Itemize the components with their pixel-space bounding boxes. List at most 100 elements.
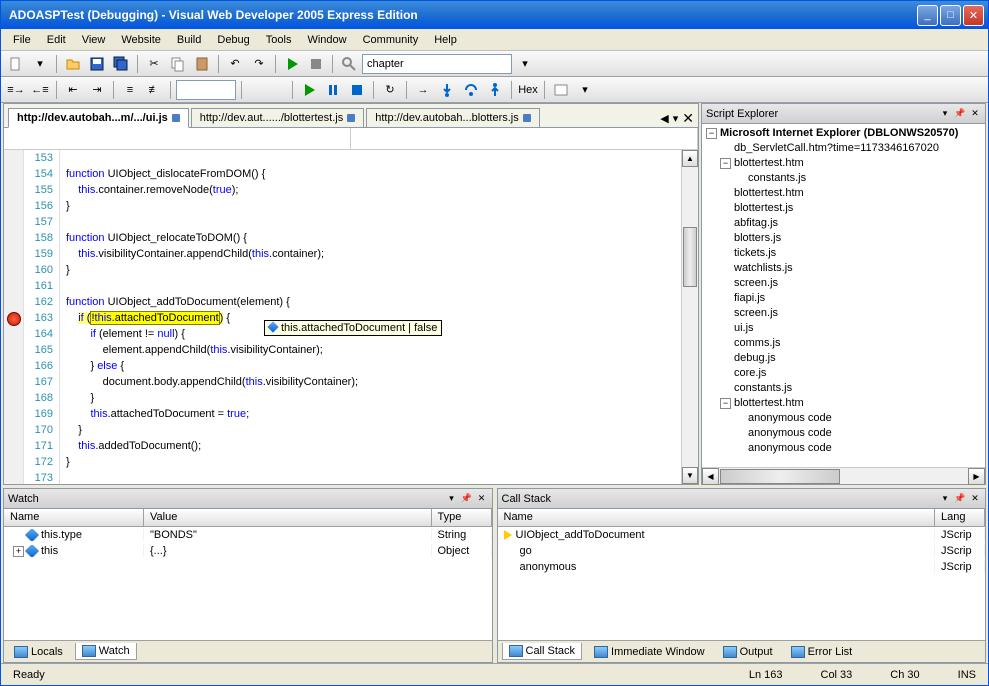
undo-button[interactable]: ↶ xyxy=(224,53,246,75)
tree-item[interactable]: screen.js xyxy=(704,276,983,291)
config-dropdown[interactable] xyxy=(176,80,236,100)
tree-item[interactable]: anonymous code xyxy=(704,411,983,426)
callstack-col-lang[interactable]: Lang xyxy=(935,509,985,526)
callstack-tab[interactable]: Call Stack xyxy=(502,643,583,660)
watch-col-name[interactable]: Name xyxy=(4,509,144,526)
callstack-row[interactable]: anonymousJScrip xyxy=(498,559,986,575)
tree-item[interactable]: debug.js xyxy=(704,351,983,366)
watch-col-value[interactable]: Value xyxy=(144,509,432,526)
tree-item[interactable]: abfitag.js xyxy=(704,216,983,231)
find-next-button[interactable]: ▾ xyxy=(514,53,536,75)
tree-item[interactable]: anonymous code xyxy=(704,426,983,441)
tree-item[interactable]: anonymous code xyxy=(704,441,983,456)
new-dropdown-button[interactable]: ▾ xyxy=(29,53,51,75)
dropdown-icon[interactable]: ▾ xyxy=(446,493,458,505)
tree-item[interactable]: db_ServletCall.htm?time=1173346167020 xyxy=(704,141,983,156)
tree-item[interactable]: comms.js xyxy=(704,336,983,351)
watch-row[interactable]: this.type"BONDS"String xyxy=(4,527,492,543)
errorlist-tab[interactable]: Error List xyxy=(785,644,859,660)
watch-col-type[interactable]: Type xyxy=(432,509,492,526)
maximize-button[interactable]: □ xyxy=(940,5,961,26)
stop-debug-button[interactable] xyxy=(346,79,368,101)
close-panel-icon[interactable]: ✕ xyxy=(476,493,488,505)
menu-window[interactable]: Window xyxy=(299,32,354,48)
copy-button[interactable] xyxy=(167,53,189,75)
dropdown-icon[interactable]: ▾ xyxy=(939,108,951,120)
tree-item[interactable]: blottertest.js xyxy=(704,201,983,216)
paste-button[interactable] xyxy=(191,53,213,75)
menu-build[interactable]: Build xyxy=(169,32,209,48)
expand-icon[interactable]: + xyxy=(13,546,24,557)
tab-next-button[interactable]: ▾ xyxy=(673,112,679,125)
open-button[interactable] xyxy=(62,53,84,75)
document-tab-2[interactable]: http://dev.autobah...blotters.js xyxy=(366,108,540,127)
tree-item[interactable]: −blottertest.htm xyxy=(704,396,983,411)
tree-item[interactable]: blotters.js xyxy=(704,231,983,246)
tree-item[interactable]: blottertest.htm xyxy=(704,186,983,201)
scope-dropdown[interactable] xyxy=(4,128,351,149)
uncomment-button[interactable]: ≢ xyxy=(143,79,165,101)
watch-grid[interactable]: this.type"BONDS"String+this{...}Object xyxy=(4,527,492,640)
document-tab-1[interactable]: http://dev.aut....../blottertest.js xyxy=(191,108,364,127)
editor-scrollbar-v[interactable]: ▲ ▼ xyxy=(681,150,698,484)
locals-tab[interactable]: Locals xyxy=(8,644,69,660)
tree-toggle[interactable]: − xyxy=(706,128,717,139)
pin-icon[interactable]: 📌 xyxy=(461,493,473,505)
script-tree[interactable]: −Microsoft Internet Explorer (DBLONWS205… xyxy=(702,124,985,467)
tree-root[interactable]: Microsoft Internet Explorer (DBLONWS2057… xyxy=(720,126,958,141)
menu-tools[interactable]: Tools xyxy=(258,32,300,48)
menu-view[interactable]: View xyxy=(74,32,114,48)
comment-button[interactable]: ≡ xyxy=(119,79,141,101)
breakpoint-icon[interactable] xyxy=(7,312,21,326)
tree-toggle[interactable]: − xyxy=(720,158,731,169)
callstack-row[interactable]: goJScrip xyxy=(498,543,986,559)
scroll-right-button[interactable]: ▶ xyxy=(968,468,985,485)
tree-item[interactable]: tickets.js xyxy=(704,246,983,261)
outdent-button[interactable]: ⇤ xyxy=(62,79,84,101)
menu-community[interactable]: Community xyxy=(355,32,427,48)
indent-left-button[interactable]: ←≡ xyxy=(29,79,51,101)
pin-icon[interactable]: 📌 xyxy=(954,493,966,505)
callstack-col-name[interactable]: Name xyxy=(498,509,936,526)
save-button[interactable] xyxy=(86,53,108,75)
menu-help[interactable]: Help xyxy=(426,32,465,48)
scroll-down-button[interactable]: ▼ xyxy=(682,467,698,484)
step-into-button[interactable] xyxy=(436,79,458,101)
hex-button[interactable]: Hex xyxy=(517,79,539,101)
immediate-tab[interactable]: Immediate Window xyxy=(588,644,711,660)
document-tab-0[interactable]: http://dev.autobah...m/.../ui.js xyxy=(8,108,189,128)
breakpoints-dropdown[interactable]: ▾ xyxy=(574,79,596,101)
tree-item[interactable]: ui.js xyxy=(704,321,983,336)
tree-item[interactable]: watchlists.js xyxy=(704,261,983,276)
indent-button[interactable]: ⇥ xyxy=(86,79,108,101)
tree-item[interactable]: fiapi.js xyxy=(704,291,983,306)
run-button[interactable] xyxy=(281,53,303,75)
redo-button[interactable]: ↷ xyxy=(248,53,270,75)
tree-item[interactable]: constants.js xyxy=(704,381,983,396)
stop-button[interactable] xyxy=(305,53,327,75)
show-next-button[interactable]: → xyxy=(412,79,434,101)
pause-button[interactable] xyxy=(322,79,344,101)
tab-close-button[interactable]: ✕ xyxy=(682,110,694,127)
watch-tab[interactable]: Watch xyxy=(75,643,137,660)
output-tab[interactable]: Output xyxy=(717,644,779,660)
menu-debug[interactable]: Debug xyxy=(209,32,257,48)
pin-icon[interactable]: 📌 xyxy=(954,108,966,120)
cut-button[interactable]: ✂ xyxy=(143,53,165,75)
menu-edit[interactable]: Edit xyxy=(39,32,74,48)
tree-item[interactable]: core.js xyxy=(704,366,983,381)
callstack-grid[interactable]: UIObject_addToDocumentJScripgoJScripanon… xyxy=(498,527,986,640)
step-out-button[interactable] xyxy=(484,79,506,101)
continue-button[interactable] xyxy=(298,79,320,101)
script-explorer-scrollbar-h[interactable]: ◀ ▶ xyxy=(702,467,985,484)
step-over-button[interactable] xyxy=(460,79,482,101)
tree-item[interactable]: screen.js xyxy=(704,306,983,321)
indent-right-button[interactable]: ≡→ xyxy=(5,79,27,101)
tree-item[interactable]: constants.js xyxy=(704,171,983,186)
callstack-row[interactable]: UIObject_addToDocumentJScrip xyxy=(498,527,986,543)
tab-prev-button[interactable]: ◀ xyxy=(660,112,668,125)
restart-button[interactable]: ↻ xyxy=(379,79,401,101)
find-button[interactable] xyxy=(338,53,360,75)
find-dropdown[interactable]: chapter xyxy=(362,54,512,74)
scroll-up-button[interactable]: ▲ xyxy=(682,150,698,167)
